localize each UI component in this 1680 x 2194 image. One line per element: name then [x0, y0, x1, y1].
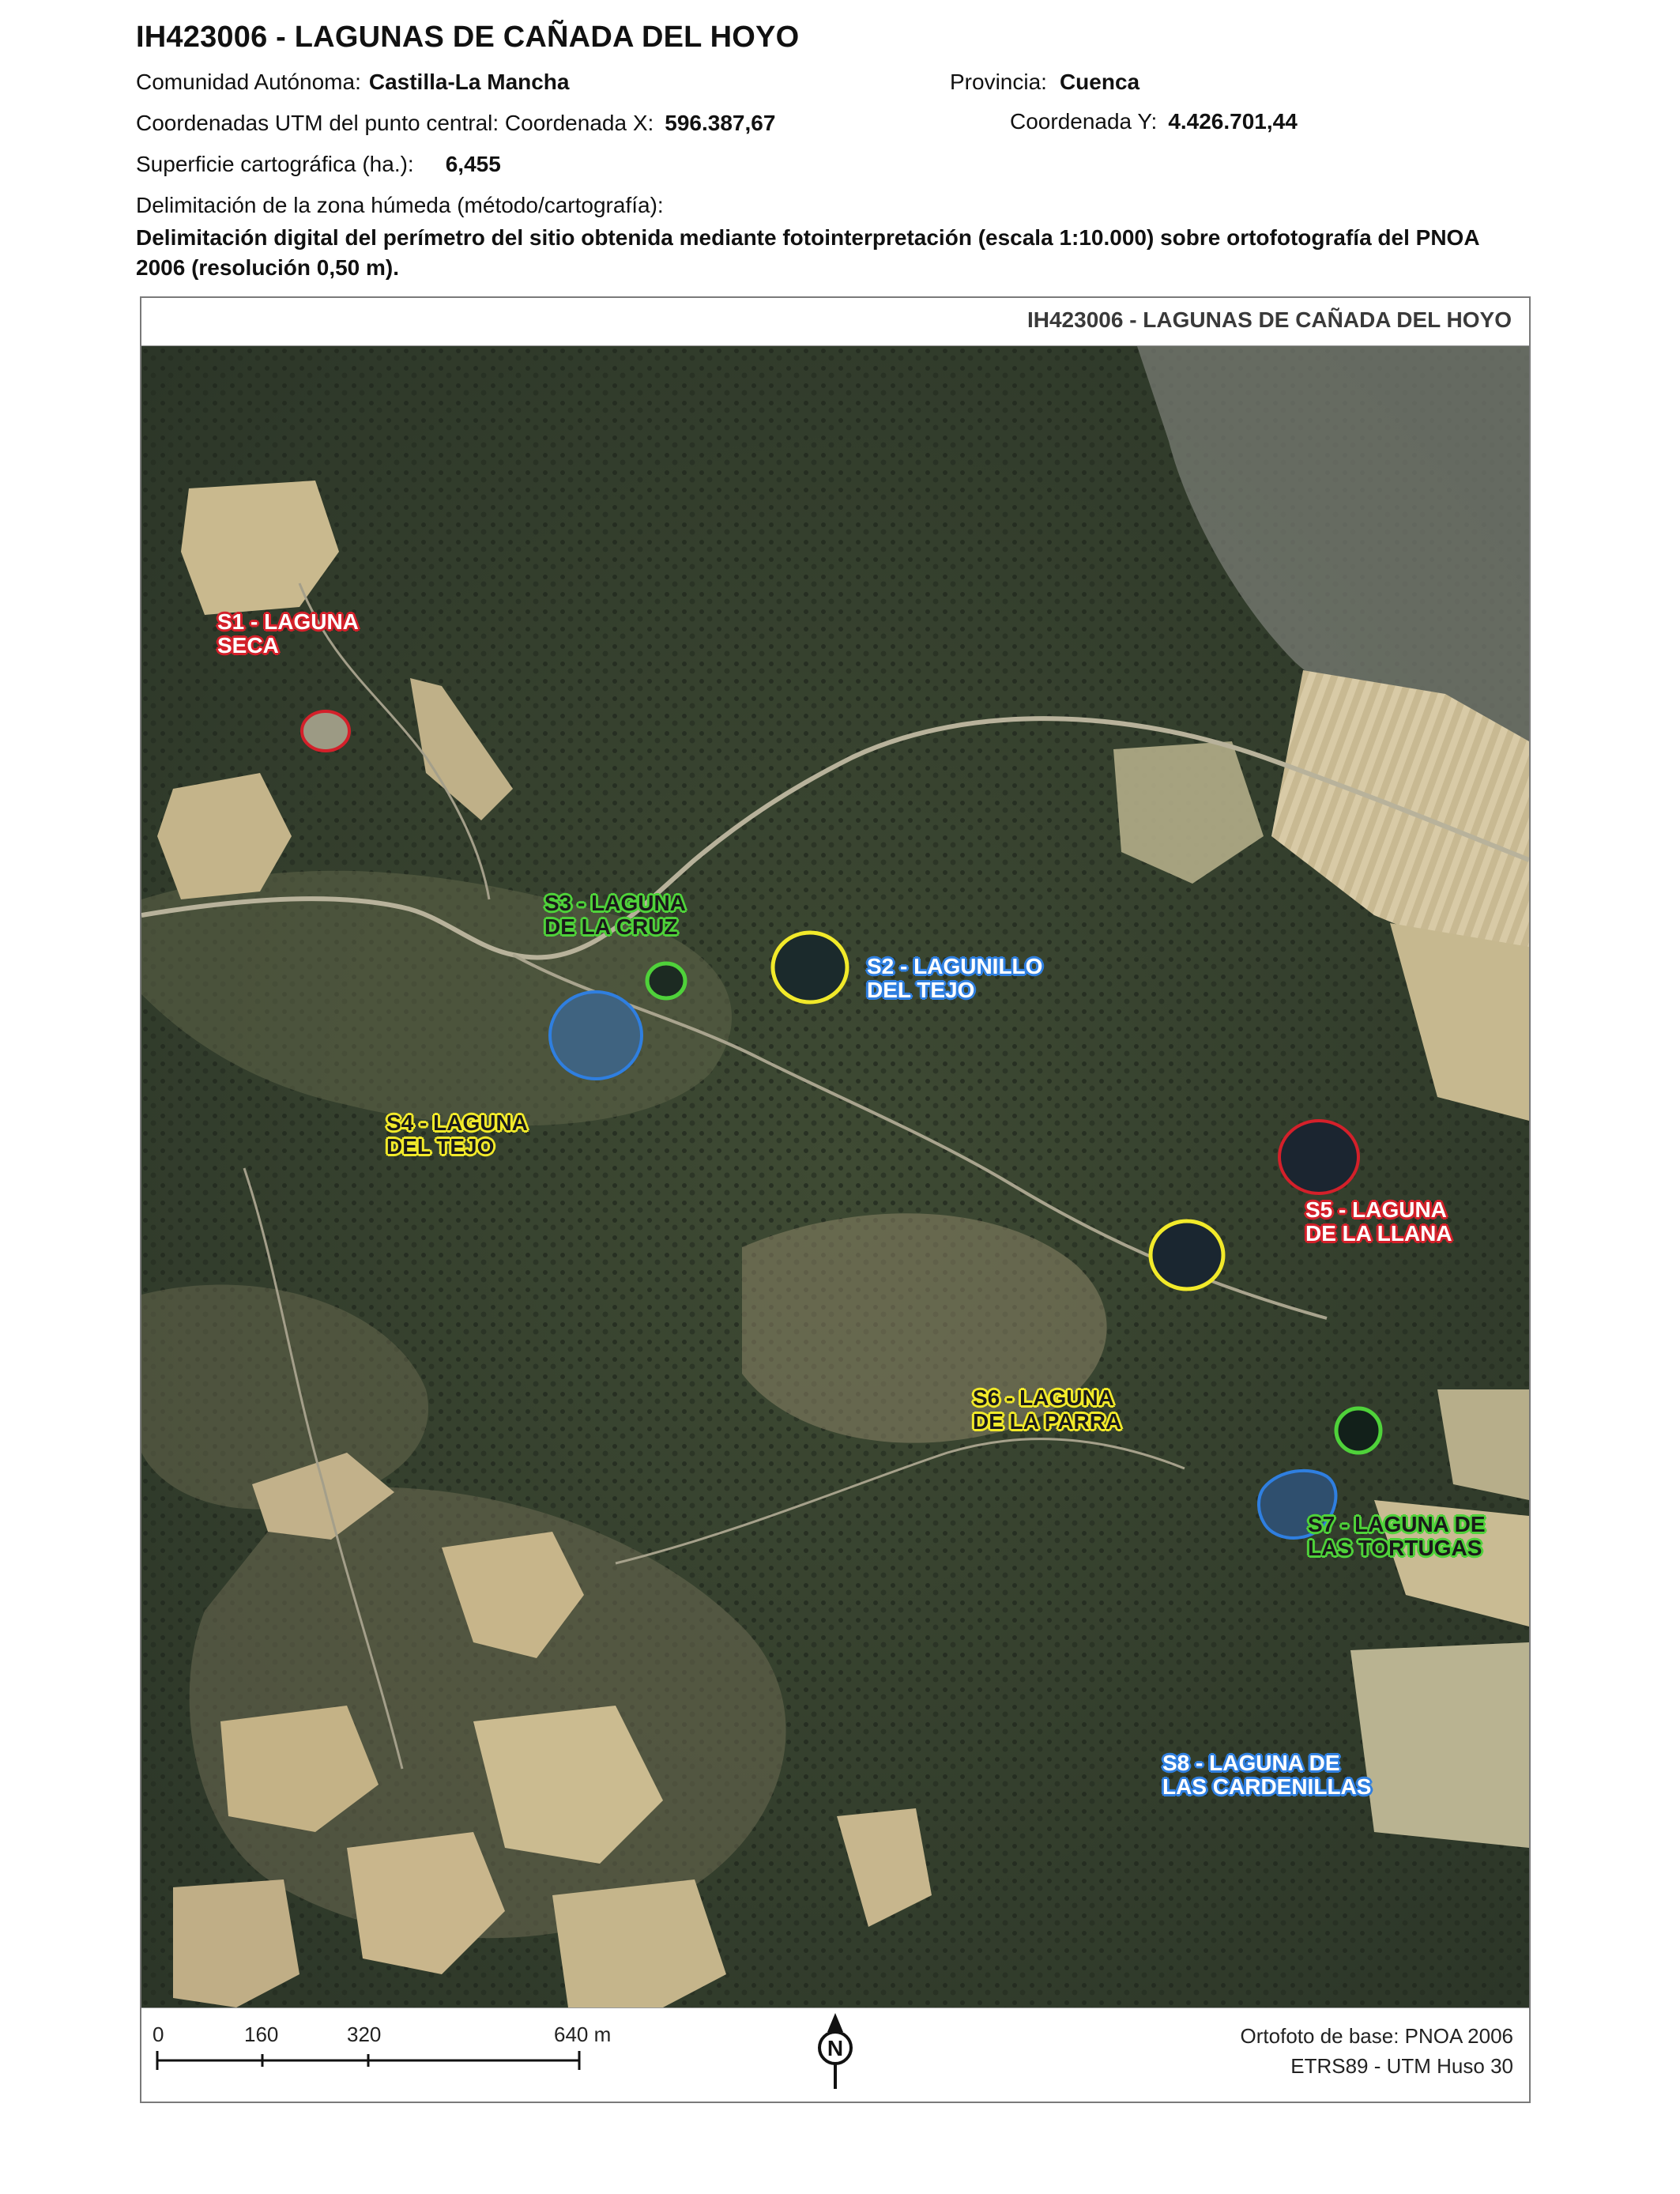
map-frame: IH423006 - LAGUNAS DE CAÑADA DEL HOYO S1…	[140, 296, 1531, 2103]
superficie-row: Superficie cartográfica (ha.): 6,455	[136, 152, 501, 177]
scale-bar	[156, 2051, 581, 2070]
comunidad-label: Comunidad Autónoma:	[136, 70, 361, 94]
delimitacion-label: Delimitación de la zona húmeda (método/c…	[136, 193, 664, 217]
scale-tick-640: 640 m	[554, 2022, 612, 2046]
site-label-s4: S4 - LAGUNA DEL TEJO	[386, 1110, 528, 1159]
site-label-s6: S6 - LAGUNA DE LA PARRA	[973, 1385, 1122, 1434]
superficie-value: 6,455	[445, 152, 501, 176]
map-footer: 0 160 320 640 m N Ortofoto de base: PNOA…	[141, 2007, 1529, 2102]
utm-x-label: Coordenadas UTM del punto central: Coord…	[136, 111, 654, 135]
comunidad-row: Comunidad Autónoma: Castilla-La Mancha	[136, 70, 570, 95]
site-label-s7: S7 - LAGUNA DE LAS TORTUGAS	[1308, 1512, 1486, 1560]
scale-tick-0: 0	[153, 2022, 164, 2046]
orthophoto-map: S1 - LAGUNA SECA S2 - LAGUNILLO DEL TEJO S…	[141, 345, 1529, 2008]
site-label-s3: S3 - LAGUNA DE LA CRUZ	[544, 891, 686, 939]
provincia-row: Provincia: Cuenca	[950, 70, 1139, 95]
superficie-label: Superficie cartográfica (ha.):	[136, 152, 414, 176]
site-label-s5: S5 - LAGUNA DE LA LLANA	[1305, 1197, 1452, 1246]
site-label-s8: S8 - LAGUNA DE LAS CARDENILLAS	[1162, 1751, 1372, 1799]
credit-orthophoto: Ortofoto de base: PNOA 2006	[1240, 2024, 1513, 2048]
north-label: N	[827, 2036, 843, 2060]
utm-row: Coordenadas UTM del punto central: Coord…	[136, 111, 775, 136]
north-arrow-icon: N	[812, 2011, 859, 2094]
utm-y-row: Coordenada Y: 4.426.701,44	[1010, 109, 1298, 134]
credit-projection: ETRS89 - UTM Huso 30	[1290, 2054, 1513, 2078]
provincia-label: Provincia:	[950, 70, 1047, 94]
site-label-s1: S1 - LAGUNA SECA	[217, 609, 359, 658]
utm-y-value: 4.426.701,44	[1168, 109, 1298, 134]
comunidad-value: Castilla-La Mancha	[368, 70, 570, 94]
provincia-value: Cuenca	[1059, 70, 1140, 94]
delimitacion-text: Delimitación digital del perímetro del s…	[136, 225, 1479, 280]
scale-tick-320: 320	[347, 2022, 382, 2046]
scale-tick-160: 160	[244, 2022, 279, 2046]
utm-y-label: Coordenada Y:	[1010, 109, 1158, 134]
page-title: IH423006 - LAGUNAS DE CAÑADA DEL HOYO	[136, 21, 800, 54]
site-label-s2: S2 - LAGUNILLO DEL TEJO	[867, 954, 1043, 1002]
utm-x-value: 596.387,67	[665, 111, 776, 135]
map-title: IH423006 - LAGUNAS DE CAÑADA DEL HOYO	[1026, 307, 1512, 332]
